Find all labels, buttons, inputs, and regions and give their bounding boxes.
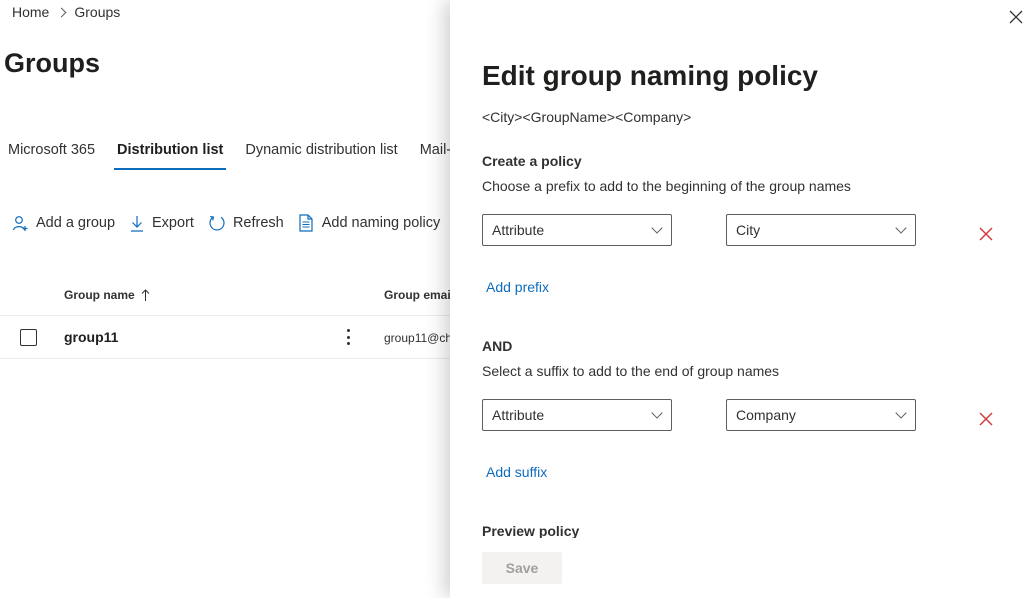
- add-person-icon: [12, 215, 28, 231]
- panel-title: Edit group naming policy: [482, 60, 818, 91]
- chevron-down-icon: [895, 407, 907, 419]
- row-checkbox[interactable]: [20, 329, 37, 346]
- chevron-right-icon: [56, 7, 67, 18]
- chevron-down-icon: [651, 222, 663, 234]
- breadcrumb-home[interactable]: Home: [12, 4, 49, 20]
- tab-label: Microsoft 365: [8, 142, 96, 158]
- remove-prefix-icon[interactable]: [978, 226, 994, 242]
- suffix-value-dropdown[interactable]: Company: [726, 399, 916, 431]
- suffix-description: Select a suffix to add to the end of gro…: [482, 363, 780, 379]
- prefix-value-dropdown[interactable]: City: [726, 214, 916, 246]
- tab-microsoft-365[interactable]: Microsoft 365: [8, 142, 95, 170]
- add-naming-policy-label: Add naming policy: [321, 215, 441, 231]
- prefix-type-value: Attribute: [492, 222, 545, 238]
- more-options-icon[interactable]: [340, 327, 356, 347]
- tab-list: Microsoft 365 Distribution list Dynamic …: [8, 142, 481, 170]
- policy-format-preview: <City><GroupName><Company>: [482, 109, 692, 125]
- group-name-cell[interactable]: group11: [64, 329, 118, 345]
- close-icon[interactable]: [1007, 8, 1025, 26]
- breadcrumb-current: Groups: [74, 4, 121, 20]
- add-naming-policy-button[interactable]: Add naming policy: [298, 214, 441, 232]
- save-button[interactable]: Save: [482, 552, 562, 584]
- table-header: Group name Group email: [0, 284, 454, 316]
- page-title: Groups: [4, 48, 101, 78]
- suffix-type-value: Attribute: [492, 407, 545, 423]
- export-label: Export: [152, 215, 194, 231]
- table-row[interactable]: group11 group11@ch: [0, 316, 453, 359]
- chevron-down-icon: [895, 222, 907, 234]
- refresh-label: Refresh: [232, 215, 284, 231]
- remove-suffix-icon[interactable]: [978, 411, 994, 427]
- download-icon: [131, 215, 144, 232]
- add-prefix-link[interactable]: Add prefix: [486, 279, 549, 295]
- suffix-type-dropdown[interactable]: Attribute: [482, 399, 672, 431]
- export-button[interactable]: Export: [129, 215, 194, 232]
- create-policy-label: Create a policy: [482, 153, 582, 169]
- and-label: AND: [482, 338, 513, 354]
- prefix-description: Choose a prefix to add to the beginning …: [482, 178, 851, 194]
- tab-dynamic-distribution-list[interactable]: Dynamic distribution list: [245, 142, 397, 170]
- add-suffix-link[interactable]: Add suffix: [486, 464, 547, 480]
- document-icon: [299, 214, 313, 232]
- add-group-button[interactable]: Add a group: [12, 215, 115, 232]
- breadcrumb: Home Groups: [12, 4, 120, 20]
- group-email-cell: group11@ch: [384, 331, 453, 345]
- add-group-label: Add a group: [36, 215, 116, 231]
- prefix-value-value: City: [736, 222, 761, 238]
- refresh-button[interactable]: Refresh: [208, 214, 284, 232]
- tab-label: Dynamic distribution list: [245, 142, 398, 158]
- column-header-group-email[interactable]: Group email: [384, 288, 454, 302]
- preview-policy-label: Preview policy: [482, 523, 580, 539]
- sort-ascending-icon: [141, 288, 150, 301]
- command-bar: Add a group Export Refresh Add naming po…: [12, 214, 454, 232]
- chevron-down-icon: [651, 407, 663, 419]
- column-header-label: Group name: [64, 288, 135, 302]
- column-header-group-name[interactable]: Group name: [64, 288, 150, 302]
- tab-distribution-list[interactable]: Distribution list: [114, 142, 227, 170]
- prefix-type-dropdown[interactable]: Attribute: [482, 214, 672, 246]
- tab-label: Distribution list: [117, 142, 224, 158]
- edit-naming-policy-panel: Edit group naming policy <City><GroupNam…: [450, 0, 1027, 598]
- suffix-value-value: Company: [736, 407, 796, 423]
- refresh-icon: [209, 215, 225, 231]
